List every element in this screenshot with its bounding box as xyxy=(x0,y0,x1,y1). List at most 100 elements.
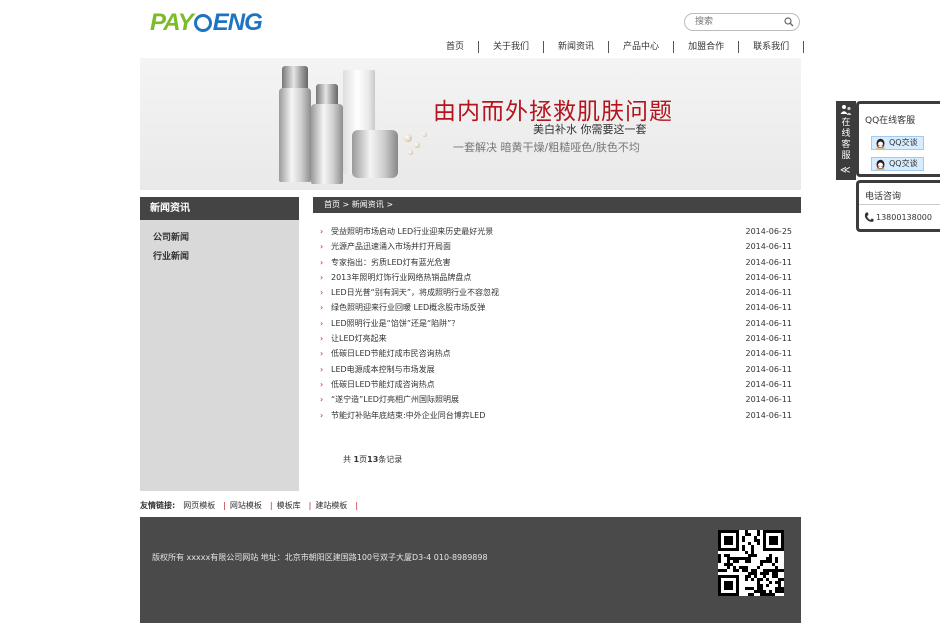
footer-copyright: 版权所有 xxxxx有限公司网站 地址：北京市朝阳区建国路100号双子大厦D3-… xyxy=(152,553,488,562)
arrow-right-icon: › xyxy=(320,227,324,236)
sidebar-item-industry-news[interactable]: 行业新闻 xyxy=(140,248,299,267)
search-box xyxy=(684,13,800,31)
arrow-right-icon: › xyxy=(320,410,324,420)
breadcrumb-current[interactable]: 新闻资讯 xyxy=(352,200,384,209)
news-date: 2014-06-11 xyxy=(745,242,793,252)
friend-links-label: 友情链接: xyxy=(140,501,176,510)
news-title[interactable]: 受益照明市场启动 LED行业迎来历史最好光景 xyxy=(331,227,493,236)
arrow-right-icon: › xyxy=(320,257,324,267)
friend-link[interactable]: 网站模板 xyxy=(226,500,270,512)
news-title[interactable]: 专家指出：劣质LED灯有蓝光危害 xyxy=(331,258,451,267)
news-title[interactable]: 低碳日LED节能灯成市民咨询热点 xyxy=(331,349,451,358)
arrow-right-icon: › xyxy=(320,242,324,252)
news-title[interactable]: 低碳日LED节能灯成咨询热点 xyxy=(331,380,435,389)
arrow-right-icon: › xyxy=(320,303,324,313)
news-item: › 专家指出：劣质LED灯有蓝光危害 2014-06-11 xyxy=(318,255,792,270)
tab-char: 在 xyxy=(841,118,851,128)
site-logo[interactable]: PAY ENG xyxy=(150,9,263,36)
search-icon[interactable] xyxy=(784,17,794,27)
news-item: › 2013年照明灯饰行业网络热销品牌盘点 2014-06-11 xyxy=(318,270,792,285)
news-list: › 受益照明市场启动 LED行业迎来历史最好光景 2014-06-25 › 光源产品迅速… xyxy=(318,224,792,423)
arrow-right-icon: › xyxy=(320,364,324,374)
news-title[interactable]: LED照明行业是“馅饼”还是“陷阱”？ xyxy=(331,319,459,328)
friend-link[interactable]: 模板库 xyxy=(273,500,309,512)
service-tab[interactable]: 在 线 客 服 ≪ xyxy=(836,101,856,180)
phone-icon xyxy=(864,212,874,222)
news-date: 2014-06-11 xyxy=(745,334,793,344)
qq-chat-button[interactable]: QQ交谈 xyxy=(871,136,924,150)
news-date: 2014-06-11 xyxy=(745,288,793,298)
news-item: › 让LED灯亮起来 2014-06-11 xyxy=(318,331,792,346)
news-item: › 受益照明市场启动 LED行业迎来历史最好光景 2014-06-25 xyxy=(318,224,792,239)
news-item: › 节能灯补贴年底结束:中外企业同台博弈LED 2014-06-11 xyxy=(318,408,792,423)
news-title[interactable]: 2013年照明灯饰行业网络热销品牌盘点 xyxy=(331,273,471,282)
news-title[interactable]: “遂宁造”LED灯亮相广州国际照明展 xyxy=(331,395,459,404)
breadcrumb-separator: > xyxy=(342,200,350,209)
search-input[interactable] xyxy=(695,15,781,29)
phone-number[interactable]: 13800138000 xyxy=(876,213,932,222)
banner-subtitle: 美白补水 你需要这一套 xyxy=(533,123,647,136)
news-date: 2014-06-11 xyxy=(745,349,793,359)
tab-char: 线 xyxy=(841,129,851,139)
nav-item-join[interactable]: 加盟合作 xyxy=(673,41,738,53)
news-title[interactable]: 光源产品迅速涌入市场并打开局面 xyxy=(331,242,451,251)
qq-chat-button[interactable]: QQ交谈 xyxy=(871,157,924,171)
nav-item-products[interactable]: 产品中心 xyxy=(608,41,673,53)
arrow-right-icon: › xyxy=(320,334,324,344)
breadcrumb-home[interactable]: 首页 xyxy=(324,200,340,209)
news-date: 2014-06-11 xyxy=(745,364,793,374)
news-date: 2014-06-11 xyxy=(745,379,793,389)
news-title[interactable]: 让LED灯亮起来 xyxy=(331,334,387,343)
nav-divider xyxy=(803,41,805,53)
tab-char: 客 xyxy=(841,140,851,150)
news-item: › LED日光普“别有洞天”，将成照明行业不容忽视 2014-06-11 xyxy=(318,285,792,300)
people-icon xyxy=(840,105,852,115)
sidebar-list: 公司新闻 行业新闻 xyxy=(140,220,299,267)
link-separator: | xyxy=(355,501,359,510)
news-date: 2014-06-11 xyxy=(745,257,793,267)
sidebar-item-company-news[interactable]: 公司新闻 xyxy=(140,229,299,248)
nav-item-home[interactable]: 首页 xyxy=(432,41,478,53)
nav-item-contact[interactable]: 联系我们 xyxy=(738,41,803,53)
breadcrumb-separator: > xyxy=(386,200,394,209)
pager-prefix: 共 xyxy=(343,455,351,464)
news-date: 2014-06-11 xyxy=(745,303,793,313)
tab-char: 服 xyxy=(841,151,851,161)
arrow-right-icon: › xyxy=(320,318,324,328)
news-title[interactable]: LED电源成本控制与市场发展 xyxy=(331,365,435,374)
nav-item-news[interactable]: 新闻资讯 xyxy=(543,41,608,53)
news-date: 2014-06-11 xyxy=(745,410,793,420)
qq-penguin-icon xyxy=(876,138,885,149)
logo-text-pay: PAY xyxy=(150,9,194,36)
news-date: 2014-06-25 xyxy=(745,227,793,236)
news-title[interactable]: LED日光普“别有洞天”，将成照明行业不容忽视 xyxy=(331,288,499,297)
service-tab-label: 在 线 客 服 xyxy=(840,118,852,162)
sidebar-title: 新闻资讯 xyxy=(140,197,299,220)
qq-service-title: QQ在线客服 xyxy=(865,116,916,126)
pagination-info: 共 1页13条记录 xyxy=(343,454,402,465)
qq-chat-label: QQ交谈 xyxy=(889,159,918,168)
main-nav: 首页 关于我们 新闻资讯 产品中心 加盟合作 联系我们 xyxy=(432,41,805,53)
collapse-icon[interactable]: ≪ xyxy=(840,165,850,176)
pager-count: 13 xyxy=(367,455,379,464)
qr-code-icon xyxy=(718,530,784,596)
news-item: › 光源产品迅速涌入市场并打开局面 2014-06-11 xyxy=(318,239,792,254)
sidebar: 新闻资讯 公司新闻 行业新闻 xyxy=(140,197,299,491)
friend-links: 友情链接: 网页模板 | 网站模板 | 模板库 | 建站模板 | xyxy=(140,500,358,512)
news-item: › LED电源成本控制与市场发展 2014-06-11 xyxy=(318,362,792,377)
nav-item-about[interactable]: 关于我们 xyxy=(478,41,543,53)
arrow-right-icon: › xyxy=(320,379,324,389)
news-date: 2014-06-11 xyxy=(745,395,793,405)
news-item: › 低碳日LED节能灯成市民咨询热点 2014-06-11 xyxy=(318,346,792,361)
banner-tagline: 一套解决 暗黄干燥/粗糙哑色/肤色不均 xyxy=(453,141,640,154)
friend-link[interactable]: 网页模板 xyxy=(179,500,223,512)
qq-penguin-icon xyxy=(876,159,885,170)
news-title[interactable]: 节能灯补贴年底结束:中外企业同台博弈LED xyxy=(331,411,485,420)
news-date: 2014-06-11 xyxy=(745,272,793,282)
arrow-right-icon: › xyxy=(320,349,324,359)
news-title[interactable]: 绿色照明迎来行业回暖 LED概念股市场反弹 xyxy=(331,303,485,312)
news-item: › 绿色照明迎来行业回暖 LED概念股市场反弹 2014-06-11 xyxy=(318,300,792,315)
hero-banner[interactable]: 由内而外拯救肌肤问题 美白补水 你需要这一套 一套解决 暗黄干燥/粗糙哑色/肤色… xyxy=(140,58,801,190)
breadcrumb: 首页 > 新闻资讯 > xyxy=(313,197,801,213)
friend-link[interactable]: 建站模板 xyxy=(311,500,355,512)
